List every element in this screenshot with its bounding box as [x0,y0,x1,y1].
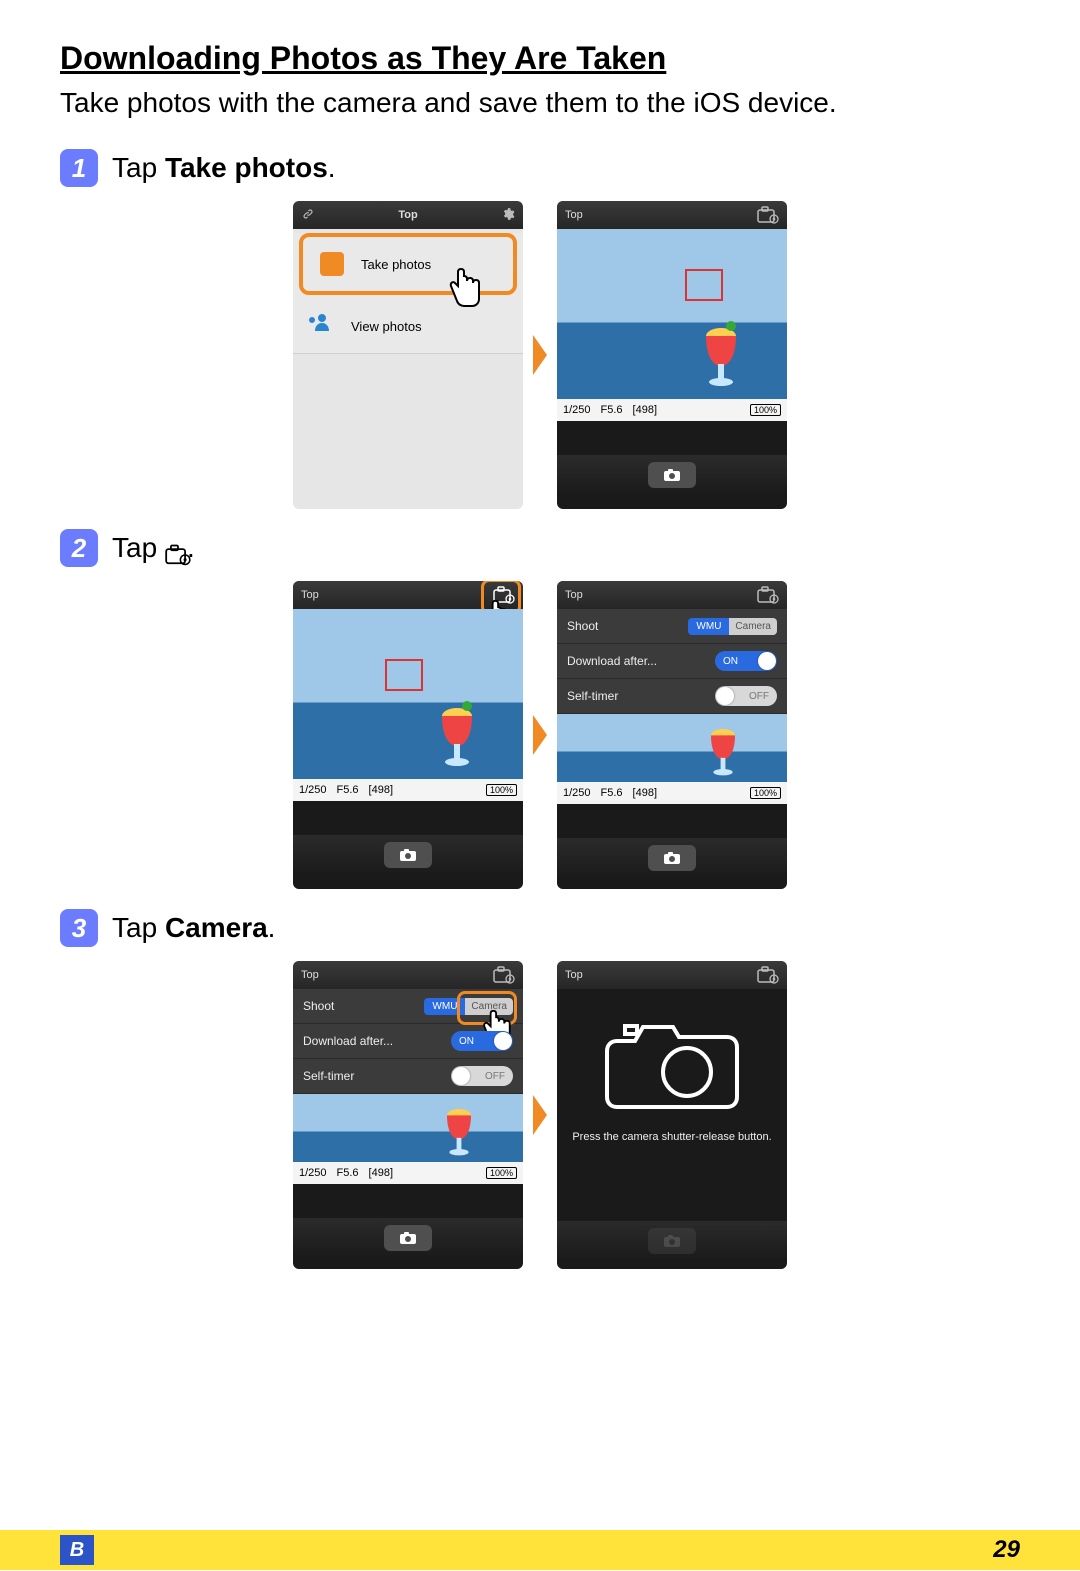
step-2: 2 Tap . Top [60,529,1020,889]
photo-subject [705,721,741,782]
intro-text: Take photos with the camera and save the… [60,87,1020,119]
screenshot-press-shutter: Top Press the camera shutter-release but… [557,961,787,1269]
focus-indicator [685,269,723,301]
screenshot-tap-gear: Top 1/250F5.6[498]100% [293,581,523,889]
view-photos-icon [305,309,339,343]
download-toggle[interactable]: ON [451,1031,513,1051]
camera-info-bar: 1/250F5.6[498]100% [557,782,787,804]
arrow-icon [533,1095,547,1135]
step-3: 3 Tap Camera. Top Shoot WMU Camera [60,909,1020,1269]
step-2-text: Tap . [112,532,195,564]
selftimer-toggle[interactable]: OFF [451,1066,513,1086]
footer-page-number: 29 [993,1536,1020,1564]
setting-selftimer: Self-timer OFF [293,1059,523,1094]
step-1-number: 1 [60,149,98,187]
photo-subject [437,698,477,773]
camera-settings-icon[interactable] [757,206,779,224]
screenshot-tap-camera: Top Shoot WMU Camera [293,961,523,1269]
shutter-button[interactable] [648,845,696,871]
download-toggle[interactable]: ON [715,651,777,671]
camera-settings-icon[interactable] [757,966,779,984]
menu-take-photos-label: Take photos [361,257,431,272]
step-1-text: Tap Take photos. [112,152,336,184]
header-title: Top [315,209,501,221]
step-1: 1 Tap Take photos. Top Take pho [60,149,1020,509]
focus-indicator [385,659,423,691]
header-top-small: Top [565,209,583,221]
shoot-segmented[interactable]: WMU Camera [688,618,777,635]
screenshot-menu: Top Take photos View photos [293,201,523,509]
photo-subject [441,1101,477,1162]
page-footer: B 29 [0,1530,1080,1570]
setting-download: Download after... ON [557,644,787,679]
camera-info-bar: 1/250F5.6[498]100% [293,1162,523,1184]
setting-selftimer: Self-timer OFF [557,679,787,714]
header-gear-icon [501,207,515,224]
menu-view-photos[interactable]: View photos [293,299,523,354]
step-3-number: 3 [60,909,98,947]
photo-subject [701,318,741,393]
menu-view-photos-label: View photos [351,319,422,334]
shutter-button[interactable] [384,842,432,868]
camera-info-bar: 1/250 F5.6 [498] 100% [557,399,787,421]
screenshot-liveview: Top 1/250 F5.6 [498] [557,201,787,509]
selftimer-toggle[interactable]: OFF [715,686,777,706]
step-2-number: 2 [60,529,98,567]
setting-shoot: Shoot WMU Camera [557,609,787,644]
shutter-button-disabled [648,1228,696,1254]
take-photos-icon [315,247,349,281]
header-link-icon [301,207,315,224]
footer-section-badge: B [60,1535,94,1565]
tap-hand-icon [443,263,487,320]
camera-settings-inline-icon [165,541,187,559]
camera-settings-icon[interactable] [493,966,515,984]
camera-settings-icon[interactable] [757,586,779,604]
section-title: Downloading Photos as They Are Taken [60,40,1020,77]
shutter-button[interactable] [648,462,696,488]
shutter-button[interactable] [384,1225,432,1251]
camera-info-bar: 1/250F5.6[498]100% [293,779,523,801]
arrow-icon [533,715,547,755]
header-top-small: Top [301,589,319,601]
camera-outline-icon [597,1006,747,1121]
press-shutter-message: Press the camera shutter-release button. [564,1121,779,1143]
screenshot-settings: Top Shoot WMU Camera Download after... O… [557,581,787,889]
step-3-text: Tap Camera. [112,912,275,944]
arrow-icon [533,335,547,375]
